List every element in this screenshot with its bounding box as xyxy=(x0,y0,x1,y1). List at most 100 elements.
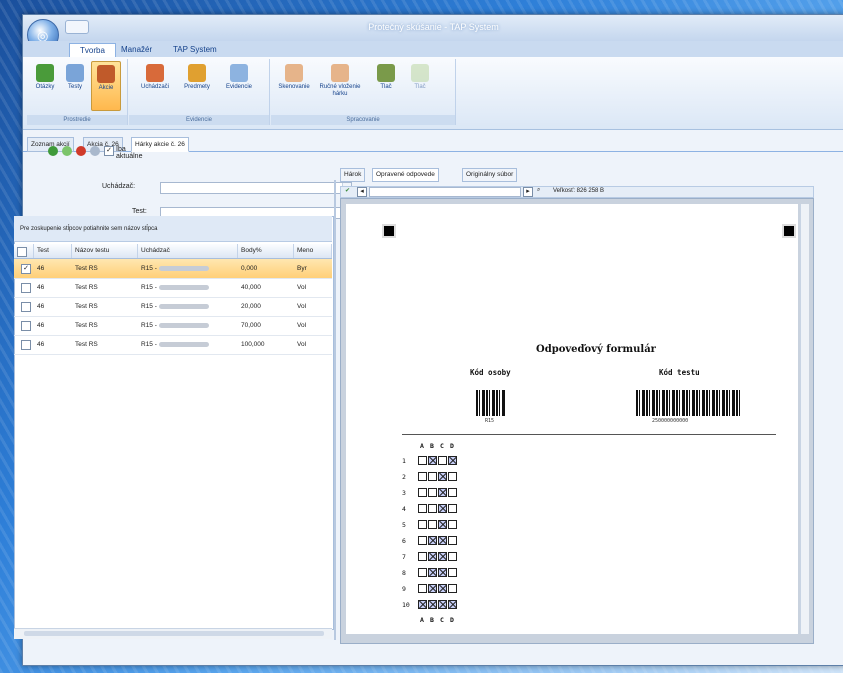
cell-applicant: R15 - xyxy=(138,278,238,297)
table-row[interactable]: 46 Test RS R15 - 100,000 Vol xyxy=(14,335,332,355)
person-barcode xyxy=(476,390,506,416)
panel-splitter[interactable] xyxy=(334,180,336,640)
cell-note: Vol xyxy=(297,341,307,348)
row-checkbox-cell[interactable] xyxy=(18,316,34,335)
cell-points: 0,000 xyxy=(241,265,258,272)
answer-box xyxy=(418,568,427,577)
table-row[interactable]: ✓ 46 Test RS R15 - 0,000 Byr xyxy=(14,259,332,279)
ribbon-tab-bar: Tvorba Manažér TAP System xyxy=(23,41,843,58)
select-all-column[interactable] xyxy=(14,244,34,258)
row-checkbox[interactable] xyxy=(21,302,31,312)
column-header-name[interactable]: Meno xyxy=(294,244,332,258)
question-number: 9 xyxy=(402,585,406,593)
nav-prev-button[interactable]: ◂ xyxy=(357,187,367,197)
test-barcode xyxy=(636,390,740,416)
preview-vertical-scrollbar[interactable] xyxy=(800,204,809,634)
save-icon[interactable] xyxy=(90,146,100,156)
actions-button[interactable]: Akcie xyxy=(91,61,121,111)
cell-test: 46 xyxy=(37,341,45,348)
records-icon xyxy=(230,64,248,82)
preview-tab-original[interactable]: Originálny súbor xyxy=(462,168,518,182)
row-checkbox[interactable] xyxy=(21,283,31,293)
scanning-button[interactable]: Skenovanie xyxy=(277,61,311,109)
subjects-button[interactable]: Predmety xyxy=(179,61,215,109)
window-title: Protečný skúšanie - TAP System xyxy=(368,22,499,32)
printer-icon xyxy=(377,64,395,82)
print-disabled-button[interactable]: Tlač xyxy=(405,61,435,109)
cell-test: 46 xyxy=(37,265,45,272)
sheet-icon xyxy=(331,64,349,82)
print-button[interactable]: Tlač xyxy=(371,61,401,109)
row-checkbox[interactable]: ✓ xyxy=(21,264,31,274)
tests-button[interactable]: Testy xyxy=(61,61,89,109)
cell-test: 46 xyxy=(37,303,45,310)
cell-test-name: Test RS xyxy=(75,341,98,348)
applicant-code: R15 - xyxy=(141,284,157,291)
row-checkbox[interactable] xyxy=(21,321,31,331)
answer-box xyxy=(418,504,427,513)
select-all-checkbox[interactable] xyxy=(17,247,27,257)
ribbon-group-spracovanie: Skenovanie Ručné vloženie hárku Tlač Tla… xyxy=(271,59,456,125)
file-size-label: Veľkosť: 826 258 B xyxy=(553,188,605,194)
delete-icon[interactable] xyxy=(76,146,86,156)
applicant-code: R15 - xyxy=(141,322,157,329)
row-checkbox-cell[interactable] xyxy=(18,297,34,316)
question-number: 10 xyxy=(402,601,410,609)
answer-box xyxy=(448,552,457,561)
zoom-icon[interactable]: ⌕ xyxy=(537,187,540,194)
row-checkbox-cell[interactable] xyxy=(18,335,34,354)
cell-points: 20,000 xyxy=(241,303,261,310)
grid-horizontal-scrollbar[interactable] xyxy=(14,628,332,639)
answer-box-marked xyxy=(438,584,447,593)
refresh-icon[interactable] xyxy=(48,146,58,156)
page-slider[interactable] xyxy=(369,187,521,197)
row-checkbox-cell[interactable]: ✓ xyxy=(18,259,34,278)
test-barcode-number: 250000000000 xyxy=(652,418,689,424)
cell-test: 46 xyxy=(37,284,45,291)
answer-box xyxy=(418,584,427,593)
ribbon-tab-manazer[interactable]: Manažér xyxy=(111,43,162,57)
answer-box xyxy=(438,456,447,465)
ribbon-tab-tap-system[interactable]: TAP System xyxy=(163,43,227,57)
column-header-test-name[interactable]: Názov testu xyxy=(72,244,138,258)
answer-box-marked xyxy=(428,536,437,545)
applicants-button[interactable]: Uchádzači xyxy=(137,61,173,109)
scrollbar-thumb[interactable] xyxy=(24,631,324,636)
preview-tab-corrected[interactable]: Opravené odpovede xyxy=(372,168,439,182)
books-icon xyxy=(188,64,206,82)
question-number: 7 xyxy=(402,553,406,561)
add-icon[interactable] xyxy=(62,146,72,156)
table-row[interactable]: 46 Test RS R15 - 70,000 Vol xyxy=(14,316,332,336)
preview-tab-sheet[interactable]: Hárok xyxy=(340,168,366,182)
cell-test: 46 xyxy=(37,322,45,329)
answer-box-marked xyxy=(448,456,457,465)
test-code-label: Kód testu xyxy=(659,368,700,377)
applicant-code: R15 - xyxy=(141,341,157,348)
ribbon-tab-tvorba[interactable]: Tvorba xyxy=(69,43,116,58)
answer-box xyxy=(418,536,427,545)
row-checkbox-cell[interactable] xyxy=(18,278,34,297)
users-icon xyxy=(146,64,164,82)
table-row[interactable]: 46 Test RS R15 - 40,000 Vol xyxy=(14,278,332,298)
title-bar: Protečný skúšanie - TAP System xyxy=(23,15,843,41)
questions-button[interactable]: Otázky xyxy=(31,61,59,109)
cell-note: Vol xyxy=(297,322,307,329)
records-button[interactable]: Evidencie xyxy=(221,61,257,109)
column-header-applicant[interactable]: Uchádzač xyxy=(138,244,238,258)
people-icon xyxy=(97,65,115,83)
quick-access-toolbar[interactable] xyxy=(65,20,89,34)
manual-entry-button[interactable]: Ručné vloženie hárku xyxy=(319,61,361,109)
person-code-label: Kód osoby xyxy=(470,368,511,377)
question-number: 6 xyxy=(402,537,406,545)
answer-box-marked xyxy=(438,504,447,513)
column-header-points[interactable]: Body% xyxy=(238,244,294,258)
registration-marker xyxy=(782,224,796,238)
cell-test-name: Test RS xyxy=(75,284,98,291)
applicant-filter-combo[interactable]: ▾ xyxy=(160,182,352,194)
answer-box-marked xyxy=(438,472,447,481)
only-current-checkbox[interactable]: ✓ xyxy=(104,146,114,156)
row-checkbox[interactable] xyxy=(21,340,31,350)
table-row[interactable]: 46 Test RS R15 - 20,000 Vol xyxy=(14,297,332,317)
column-header-test[interactable]: Test xyxy=(34,244,72,258)
nav-next-button[interactable]: ▸ xyxy=(523,187,533,197)
